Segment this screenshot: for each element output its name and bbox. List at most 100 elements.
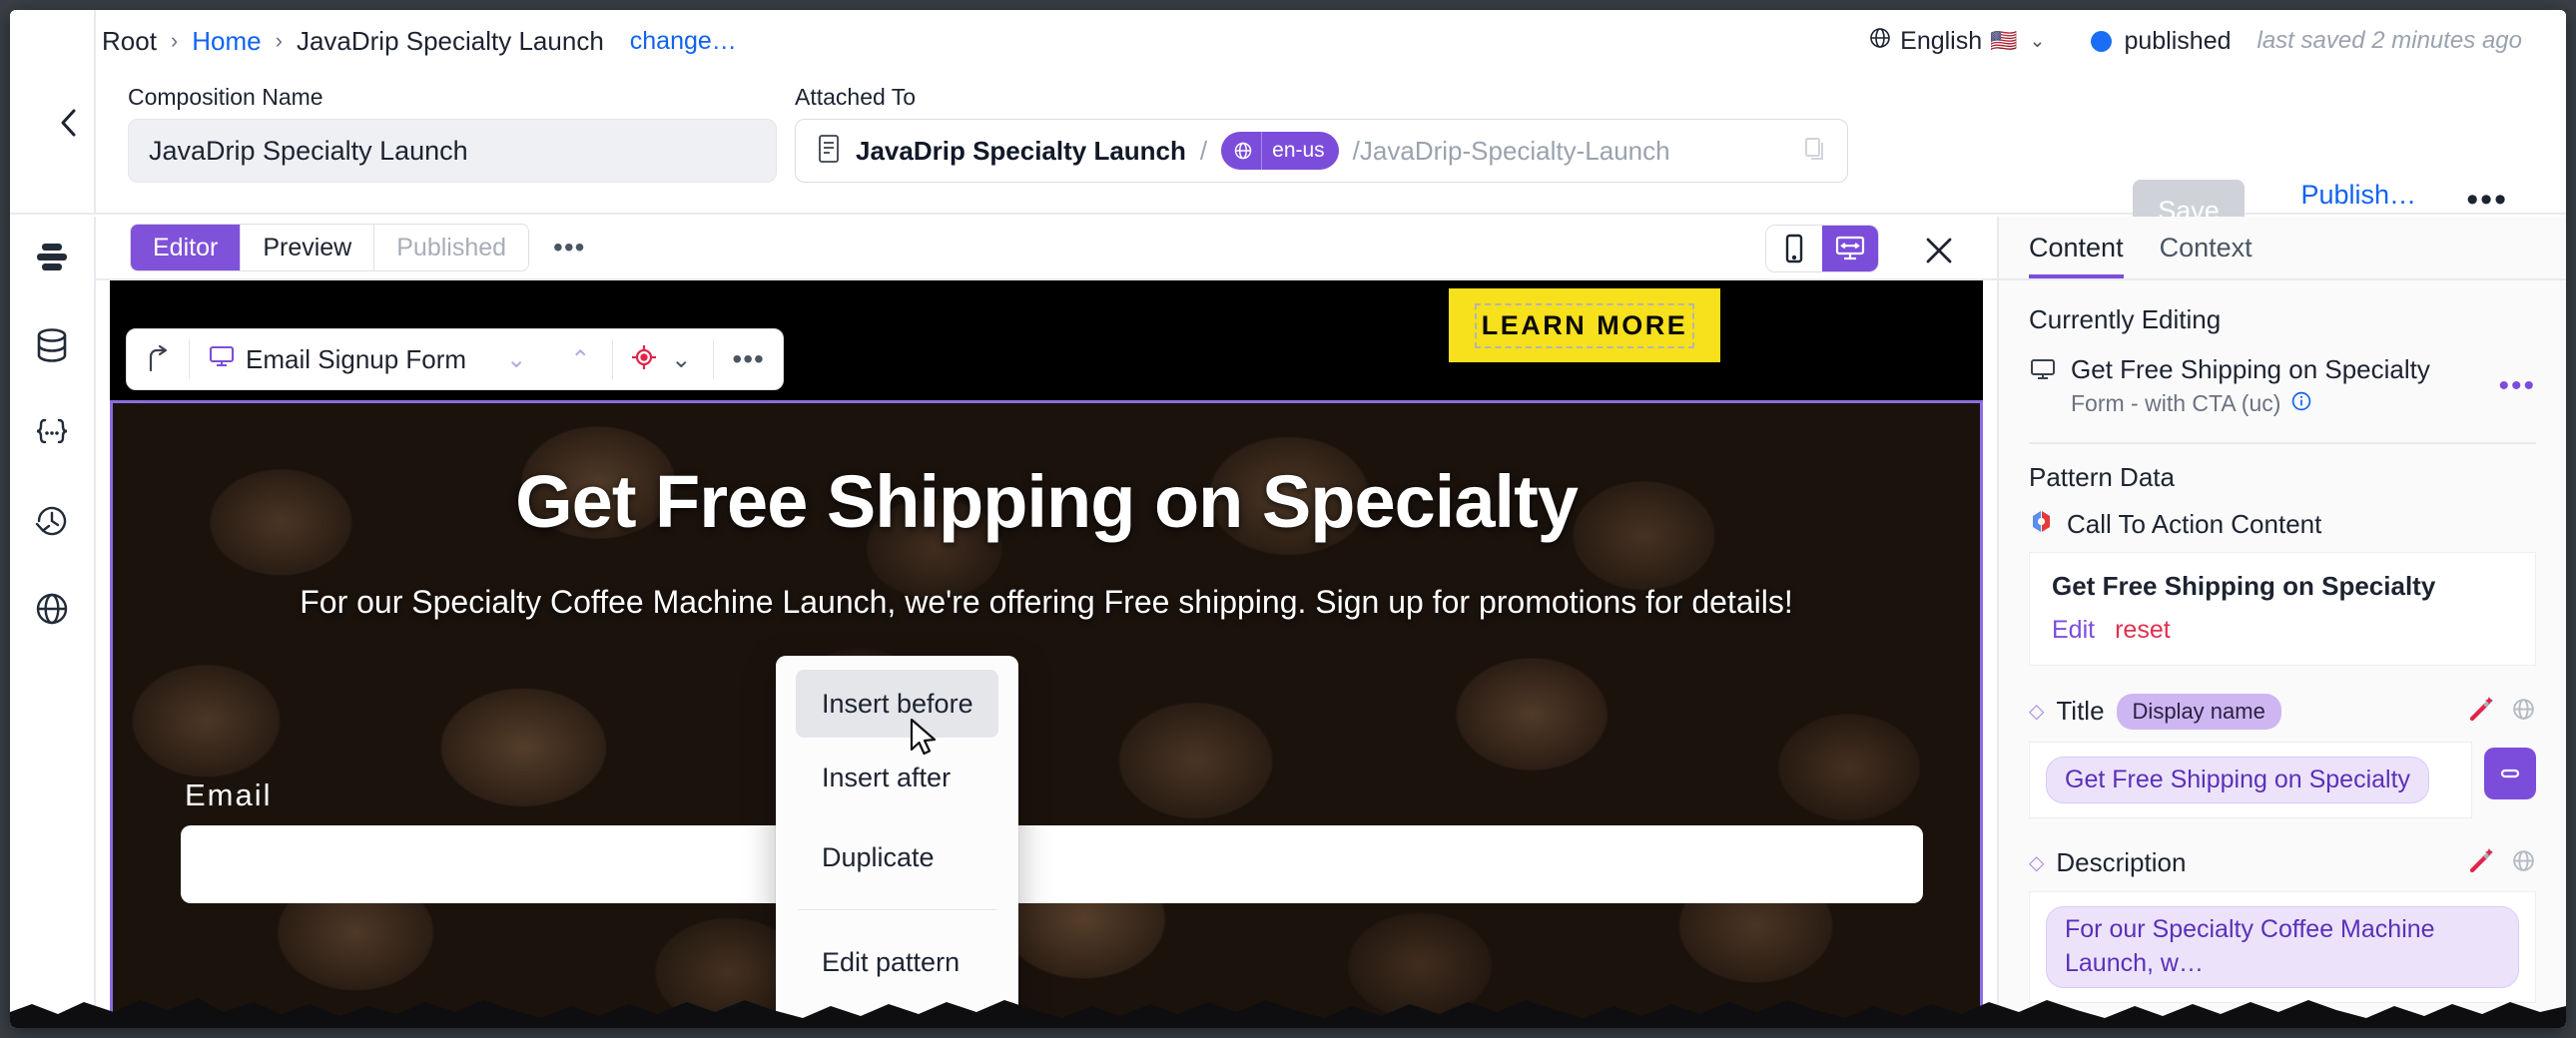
- field-description-input[interactable]: For our Specialty Coffee Machine Launch,…: [2029, 891, 2536, 1003]
- attached-path: /JavaDrip-Specialty-Launch: [1352, 135, 1670, 166]
- email-field-label: Email: [185, 778, 273, 812]
- pattern-data-reset-link[interactable]: reset: [2115, 616, 2171, 645]
- language-selector[interactable]: English 🇺🇸 ⌄: [1868, 26, 2045, 57]
- currently-editing-item[interactable]: Get Free Shipping on Specialty Form - wi…: [2029, 353, 2536, 418]
- pattern-data-card: Get Free Shipping on Specialty Edit rese…: [2029, 551, 2536, 666]
- more-dots-icon: •••: [732, 343, 765, 375]
- globe-icon: [1868, 26, 1892, 57]
- field-description-value: For our Specialty Coffee Machine Launch,…: [2046, 906, 2519, 988]
- currently-editing-text: Get Free Shipping on Specialty Form - wi…: [2071, 353, 2484, 418]
- attached-title: JavaDrip Specialty Launch: [856, 135, 1186, 166]
- composition-name-label: Composition Name: [128, 84, 323, 110]
- currently-editing-subtitle: Form - with CTA (uc): [2071, 390, 2484, 418]
- pattern-cube-icon: [2029, 509, 2055, 540]
- target-icon: [631, 344, 657, 375]
- field-title-label: Title: [2056, 696, 2105, 726]
- select-parent-button[interactable]: [127, 329, 189, 389]
- right-panel-tabs: Content Context: [1999, 217, 2566, 280]
- copy-icon[interactable]: [1803, 136, 1827, 167]
- back-button[interactable]: [46, 100, 92, 146]
- menu-item-insert-before[interactable]: Insert before: [796, 670, 998, 738]
- globe-icon[interactable]: [2511, 697, 2536, 727]
- currently-editing-subtitle-text: Form - with CTA (uc): [2071, 390, 2281, 416]
- hero-content: Get Free Shipping on Specialty For our S…: [113, 403, 1980, 628]
- close-icon[interactable]: [1919, 231, 1959, 270]
- chevron-up-icon: ⌃: [570, 345, 591, 373]
- pattern-data-card-title: Get Free Shipping on Specialty: [2052, 570, 2436, 601]
- pattern-name-button[interactable]: Email Signup Form: [190, 329, 484, 389]
- locale-code: en-us: [1272, 139, 1325, 162]
- tab-content[interactable]: Content: [2029, 217, 2124, 278]
- header-more-button[interactable]: •••: [2466, 183, 2508, 216]
- tab-context[interactable]: Context: [2160, 217, 2253, 278]
- breadcrumb: Root › Home › JavaDrip Specialty Launch …: [10, 26, 737, 57]
- tab-preview[interactable]: Preview: [241, 225, 375, 270]
- composition-name-block: Composition Name: [128, 84, 777, 183]
- pattern-data-entry-label: Call To Action Content: [2067, 508, 2322, 539]
- pattern-move-down-button[interactable]: ⌄: [484, 329, 548, 389]
- attached-to-box[interactable]: JavaDrip Specialty Launch / en-us /JavaD…: [795, 119, 1848, 183]
- composition-name-input[interactable]: [128, 119, 777, 183]
- globe-icon[interactable]: [2511, 848, 2536, 878]
- magic-wand-icon[interactable]: [2467, 695, 2495, 728]
- breadcrumb-separator-icon: ›: [170, 28, 179, 53]
- learn-more-button[interactable]: LEARN MORE: [1449, 288, 1720, 362]
- chevron-down-icon: ⌄: [2029, 30, 2046, 52]
- locale-pill[interactable]: en-us: [1221, 132, 1339, 170]
- breadcrumb-home[interactable]: Home: [192, 26, 261, 57]
- document-icon: [816, 134, 842, 169]
- pattern-data-card-actions: Edit reset: [2052, 616, 2513, 645]
- editor-tabs-overflow-button[interactable]: •••: [553, 234, 585, 261]
- hero-heading: Get Free Shipping on Specialty: [515, 460, 1579, 543]
- path-slash: /: [1199, 135, 1208, 166]
- publish-button[interactable]: Publish…: [2300, 180, 2416, 211]
- editor-toolbar: Editor Preview Published •••: [96, 217, 1997, 280]
- pattern-data-edit-link[interactable]: Edit: [2052, 616, 2095, 645]
- language-label: English: [1900, 26, 1983, 55]
- menu-divider: [798, 909, 996, 910]
- info-icon[interactable]: [2290, 390, 2312, 418]
- diamond-icon: ◇: [2029, 852, 2045, 875]
- header-divider: [94, 10, 96, 215]
- app-window: Root › Home › JavaDrip Specialty Launch …: [10, 10, 2566, 1028]
- history-icon[interactable]: [25, 494, 79, 548]
- link-chip-icon[interactable]: [2484, 748, 2536, 800]
- code-braces-icon[interactable]: [25, 406, 79, 460]
- pattern-move-up-button[interactable]: ⌃: [548, 329, 612, 389]
- menu-item-edit-pattern[interactable]: Edit pattern: [776, 922, 1018, 1002]
- left-rail: [10, 217, 96, 1028]
- pattern-data-entry[interactable]: Call To Action Content: [2029, 509, 2536, 540]
- currently-editing-more-button[interactable]: •••: [2498, 370, 2536, 400]
- field-title-value: Get Free Shipping on Specialty: [2046, 756, 2430, 804]
- mobile-icon[interactable]: [1766, 226, 1822, 271]
- globe-icon[interactable]: [25, 582, 79, 636]
- menu-item-unlink-pattern[interactable]: Unlink pattern: [776, 1002, 1018, 1029]
- field-description-label: Description: [2056, 847, 2187, 878]
- menu-item-insert-after[interactable]: Insert after: [776, 738, 1018, 817]
- attached-to-block: Attached To JavaDrip Specialty Launch / …: [795, 84, 1848, 183]
- layers-icon[interactable]: [25, 231, 79, 284]
- currently-editing-heading: Currently Editing: [2029, 304, 2222, 334]
- personalization-button[interactable]: ⌄: [613, 329, 713, 389]
- tab-editor[interactable]: Editor: [131, 225, 242, 270]
- last-saved-label: last saved 2 minutes ago: [2256, 27, 2523, 54]
- breadcrumb-change-link[interactable]: change…: [630, 27, 737, 56]
- field-description-tools: [2467, 846, 2536, 879]
- monitor-icon: [2029, 353, 2057, 388]
- desktop-responsive-icon[interactable]: [1822, 226, 1878, 271]
- email-input[interactable]: [181, 825, 1923, 903]
- field-title-input[interactable]: Get Free Shipping on Specialty: [2029, 741, 2472, 819]
- diamond-icon: ◇: [2029, 701, 2045, 723]
- hero-paragraph: For our Specialty Coffee Machine Launch,…: [300, 584, 1793, 621]
- breadcrumb-separator-icon: ›: [275, 28, 283, 53]
- learn-more-label: LEARN MORE: [1474, 302, 1695, 348]
- tab-published[interactable]: Published: [374, 225, 529, 270]
- magic-wand-icon[interactable]: [2467, 846, 2495, 879]
- breadcrumb-root[interactable]: Root: [102, 26, 157, 57]
- menu-item-duplicate[interactable]: Duplicate: [776, 817, 1018, 897]
- database-icon[interactable]: [25, 318, 79, 372]
- status-dot-icon: [2091, 30, 2113, 52]
- attached-to-label: Attached To: [795, 84, 917, 110]
- pattern-more-button[interactable]: •••: [714, 329, 782, 389]
- field-title-header: ◇ Title Display name: [2029, 693, 2536, 730]
